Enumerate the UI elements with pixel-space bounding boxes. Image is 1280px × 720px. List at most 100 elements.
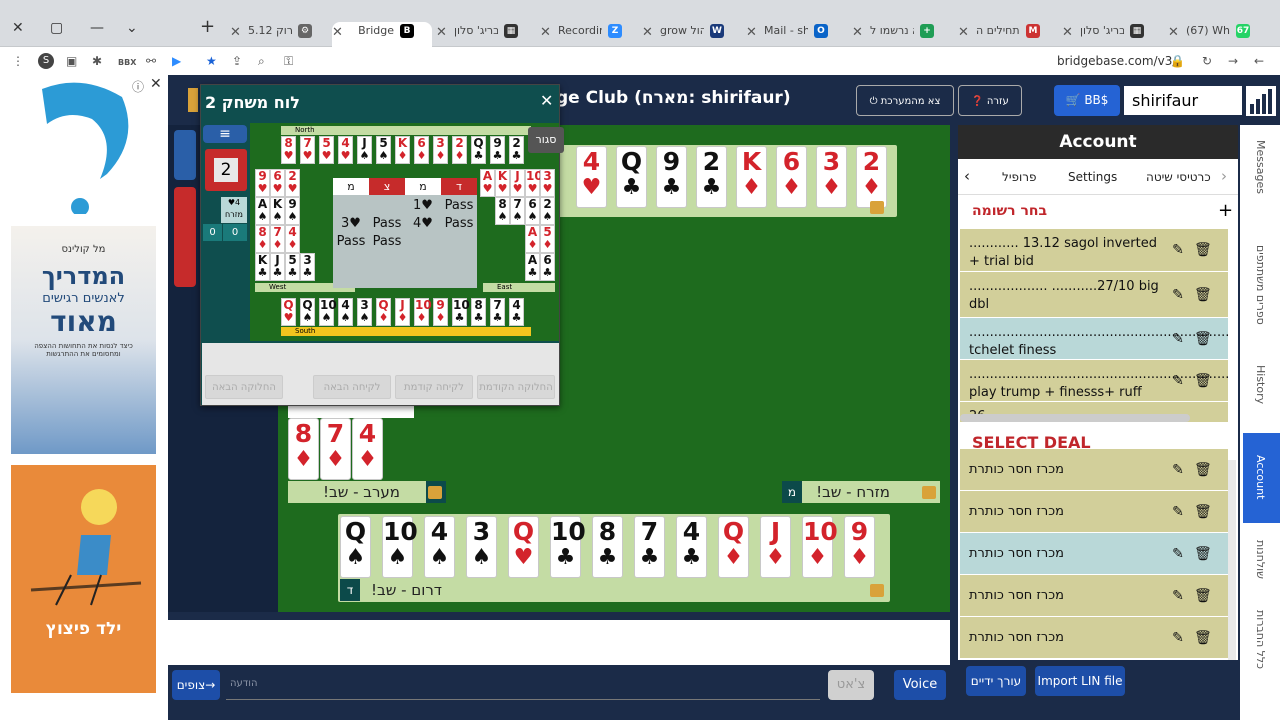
sidebar-icon[interactable]: ▣ [66, 53, 77, 69]
edit-icon[interactable]: ✎ [1170, 588, 1186, 604]
trash-icon[interactable]: 🗑 [1194, 588, 1212, 604]
playing-card[interactable]: Q ♠ [340, 516, 371, 578]
import-lin-button[interactable]: Import LIN file [1035, 666, 1125, 696]
close-window-icon[interactable]: ✕ [12, 20, 24, 36]
browser-tab[interactable]: ✕ (67) Whats 67 [1168, 22, 1268, 47]
ad-logo[interactable] [22, 79, 140, 216]
south-seat-label[interactable]: ד דרום - שב! [340, 579, 888, 601]
trash-icon[interactable]: 🗑 [1194, 462, 1212, 478]
panel-tab-red[interactable] [174, 187, 196, 287]
book-ad-2[interactable]: ילד פיצוץ [11, 465, 156, 693]
tab-close-icon[interactable]: ✕ [746, 24, 757, 42]
tab-profile[interactable]: פרופיל [1002, 170, 1037, 184]
menu-dots-icon[interactable]: ⋮ [12, 53, 24, 69]
trash-icon[interactable]: 🗑 [1194, 504, 1212, 520]
playing-card[interactable]: Q ♥ [508, 516, 539, 578]
deal-row[interactable]: מכרז חסר כותרת ✎ 🗑 [960, 575, 1228, 616]
playing-card[interactable]: 9 ♣ [656, 146, 687, 208]
browser-tab[interactable]: ✕ ירוק 5.12 ⚙ [230, 22, 330, 47]
sidenav-item-account-active[interactable]: Account [1243, 455, 1277, 499]
playing-card[interactable]: 2 ♣ [696, 146, 727, 208]
tabs-left-chevron-icon[interactable]: ‹ [964, 167, 970, 185]
hand-editor-button[interactable]: עורך ידיים [966, 666, 1026, 696]
bbx-extension-label[interactable]: BBX [118, 55, 136, 71]
trash-icon[interactable]: 🗑 [1194, 287, 1212, 303]
tab-close-icon[interactable]: ✕ [642, 24, 653, 42]
tab-close-icon[interactable]: ✕ [1062, 24, 1073, 42]
edit-icon[interactable]: ✎ [1170, 331, 1186, 347]
edit-icon[interactable]: ✎ [1170, 504, 1186, 520]
edit-icon[interactable]: ✎ [1170, 462, 1186, 478]
playing-card[interactable]: 4 ♠ [424, 516, 455, 578]
edit-icon[interactable]: ✎ [1170, 287, 1186, 303]
zoom-lens-icon[interactable]: ⌕ [258, 53, 265, 69]
popup-menu-icon[interactable]: ≡ [203, 125, 247, 143]
sidenav-item[interactable]: כלל החברות [1243, 610, 1277, 669]
tab-close-icon[interactable]: ✕ [852, 24, 863, 42]
tab-settings[interactable]: Settings [1068, 170, 1117, 184]
minimize-window-icon[interactable]: — [90, 20, 104, 36]
records-scrollbar[interactable] [960, 414, 1190, 422]
playing-card[interactable]: 10 ♦ [802, 516, 838, 578]
playing-card[interactable]: Q ♦ [718, 516, 749, 578]
voice-button[interactable]: Voice [894, 670, 946, 700]
playing-card[interactable]: J ♦ [760, 516, 791, 578]
sidenav-item[interactable]: ספרים משתתפים [1243, 245, 1277, 325]
trash-icon[interactable]: 🗑 [1194, 331, 1212, 347]
tab-close-icon[interactable]: ✕ [958, 24, 969, 42]
playing-card[interactable]: 7 ♦ [320, 418, 351, 480]
chat-send-button[interactable]: צ'אט [828, 670, 874, 700]
back-icon[interactable]: ← [1254, 53, 1264, 69]
record-row[interactable]: ................... ...........27/10 big… [960, 272, 1228, 317]
playing-card[interactable]: 10 ♠ [382, 516, 418, 578]
playing-card[interactable]: 4 ♦ [352, 418, 383, 480]
playing-card[interactable]: 2 ♦ [856, 146, 887, 208]
tab-close-icon[interactable]: ✕ [540, 24, 551, 42]
bb-dollars-button[interactable]: 🛒 BB$ [1054, 85, 1120, 116]
spectators-button[interactable]: צופים→ [172, 670, 220, 700]
new-tab-icon[interactable]: + [200, 18, 215, 36]
deals-scrollbar[interactable] [1228, 460, 1236, 660]
share-icon[interactable]: ⇪ [232, 53, 242, 69]
profile-avatar[interactable]: S [38, 53, 54, 69]
playing-card[interactable]: Q ♣ [616, 146, 647, 208]
browser-tab[interactable]: ✕ Recording Z [540, 22, 640, 47]
username-field[interactable]: shirifaur [1124, 86, 1242, 115]
ad-close-icon[interactable]: ✕ [150, 76, 162, 92]
forward-icon[interactable]: → [1228, 53, 1238, 69]
deal-row[interactable]: מכרז חסר כותרת ✎ 🗑 [960, 533, 1228, 574]
edit-icon[interactable]: ✎ [1170, 546, 1186, 562]
tab-search-icon[interactable]: ⌄ [126, 20, 138, 36]
playing-card[interactable]: 10 ♣ [550, 516, 586, 578]
add-record-icon[interactable]: + [1218, 200, 1233, 221]
deal-row[interactable]: מכרז חסר כותרת ✎ 🗑 [960, 491, 1228, 532]
playing-card[interactable]: 6 ♦ [776, 146, 807, 208]
tabs-right-chevron-icon[interactable]: › [1221, 167, 1227, 185]
playing-card[interactable]: 9 ♦ [844, 516, 875, 578]
bookmark-star-icon[interactable]: ★ [206, 53, 217, 69]
sidenav-item[interactable]: History [1243, 365, 1277, 404]
help-button[interactable]: ❓ עזרה [958, 85, 1022, 116]
popup-nav-button[interactable]: החלוקה הבאה [205, 375, 283, 399]
record-row[interactable]: ........................................… [960, 318, 1228, 359]
edit-icon[interactable]: ✎ [1170, 630, 1186, 646]
popup-nav-button[interactable]: החלוקה הקודמת [477, 375, 555, 399]
tab-close-icon[interactable]: ✕ [332, 24, 343, 42]
playing-card[interactable]: 4 ♥ [576, 146, 607, 208]
deal-row[interactable]: מכרז חסר כותרת ✎ 🗑 [960, 449, 1228, 490]
popup-close-icon[interactable]: ✕ [540, 91, 553, 110]
playing-card[interactable]: 3 ♠ [466, 516, 497, 578]
reload-icon[interactable]: ↻ [1202, 53, 1212, 69]
chat-message-input[interactable]: הודעה [226, 670, 820, 700]
tab-close-icon[interactable]: ✕ [436, 24, 447, 42]
popup-nav-button[interactable]: לקיחה קודמת [395, 375, 473, 399]
playing-card[interactable]: 3 ♦ [816, 146, 847, 208]
tab-convention-cards[interactable]: כרטיסי שיטה [1146, 170, 1211, 184]
deal-row[interactable]: מכרז חסר כותרת ✎ 🗑 [960, 617, 1228, 658]
record-row[interactable]: ............ 13.12 sagol inverted + tria… [960, 229, 1228, 271]
trash-icon[interactable]: 🗑 [1194, 242, 1212, 258]
browser-tab[interactable]: ✕ בריג' סלון ▦ [1062, 22, 1162, 47]
sidenav-item[interactable]: שולחנות [1243, 540, 1277, 579]
restore-window-icon[interactable]: ▢ [50, 20, 63, 36]
browser-tab[interactable]: ✕ Mail - shiri O [746, 22, 846, 47]
